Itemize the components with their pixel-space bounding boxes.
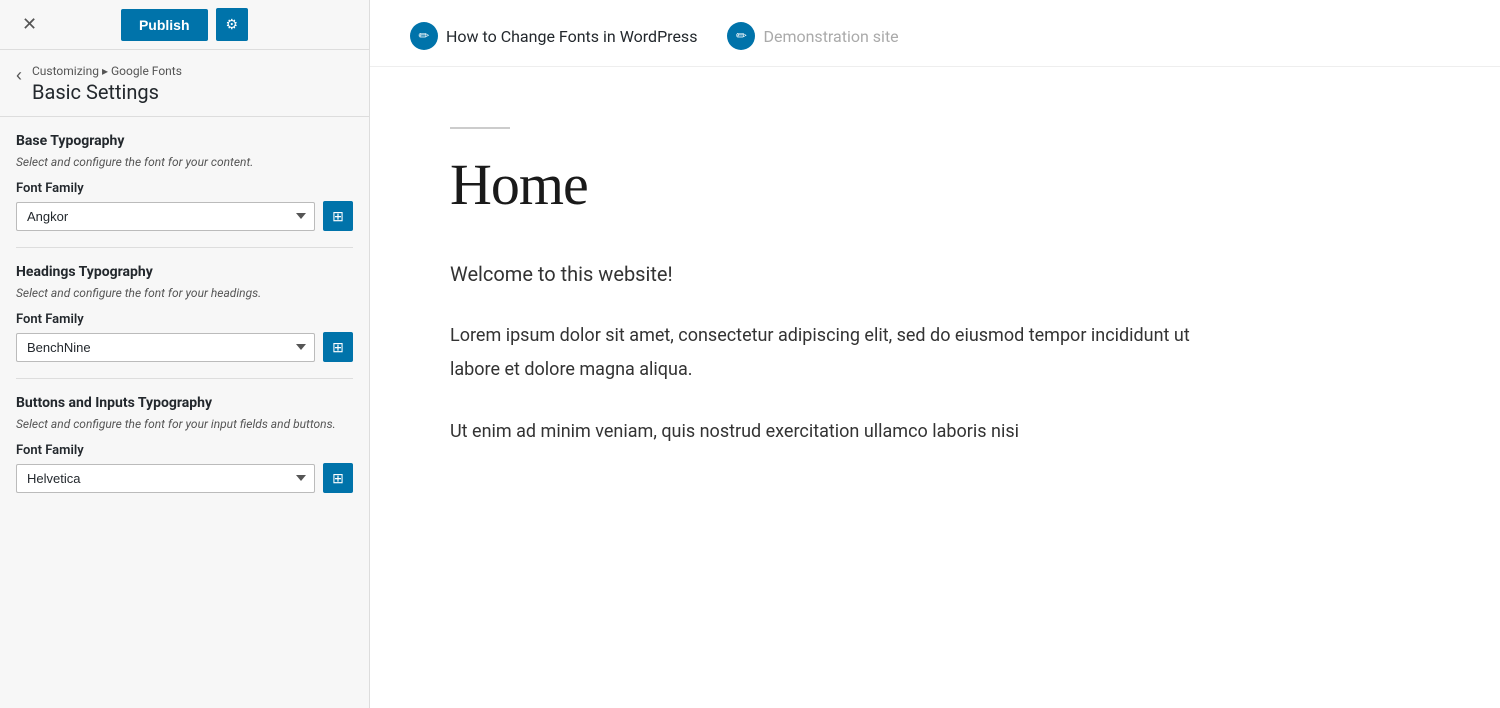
- breadcrumb-area: ‹ Customizing ▸ Google Fonts Basic Setti…: [0, 50, 369, 117]
- preview-link-2-text: Demonstration site: [763, 27, 898, 46]
- breadcrumb-nav: Customizing ▸ Google Fonts: [32, 64, 182, 78]
- publish-button[interactable]: Publish: [121, 9, 208, 41]
- top-bar-actions: Publish ⚙: [121, 8, 248, 41]
- buttons-font-select-row: Helvetica Arial Roboto ⊞: [16, 463, 353, 493]
- close-button[interactable]: ✕: [14, 10, 45, 39]
- google-fonts-label: Google Fonts: [111, 64, 182, 78]
- preview-header: ✏ How to Change Fonts in WordPress ✏ Dem…: [370, 0, 1500, 67]
- lorem-paragraph-2: Ut enim ad minim veniam, quis nostrud ex…: [450, 415, 1190, 449]
- preview-content: Home Welcome to this website! Lorem ipsu…: [370, 67, 1270, 517]
- headings-typography-description: Select and configure the font for your h…: [16, 284, 353, 302]
- divider-2: [16, 378, 353, 379]
- preview-link-1-text: How to Change Fonts in WordPress: [446, 27, 697, 46]
- headings-font-family-label: Font Family: [16, 312, 353, 327]
- separator-line: [450, 127, 510, 129]
- welcome-text: Welcome to this website!: [450, 257, 1190, 291]
- back-button[interactable]: ‹: [16, 64, 22, 84]
- base-font-family-label: Font Family: [16, 181, 353, 196]
- headings-font-select-row: BenchNine Roboto Open Sans ⊞: [16, 332, 353, 362]
- preview-link-2[interactable]: ✏ Demonstration site: [727, 22, 898, 50]
- main-preview: ✏ How to Change Fonts in WordPress ✏ Dem…: [370, 0, 1500, 708]
- headings-typography-title: Headings Typography: [16, 264, 353, 280]
- page-title: Basic Settings: [32, 80, 182, 104]
- home-title: Home: [450, 153, 1190, 217]
- gear-button[interactable]: ⚙: [216, 8, 249, 41]
- base-typography-title: Base Typography: [16, 133, 353, 149]
- base-typography-description: Select and configure the font for your c…: [16, 153, 353, 171]
- pencil-icon-2: ✏: [727, 22, 755, 50]
- headings-font-select[interactable]: BenchNine Roboto Open Sans: [16, 333, 315, 362]
- top-bar: ✕ Publish ⚙: [0, 0, 369, 50]
- preview-link-1[interactable]: ✏ How to Change Fonts in WordPress: [410, 22, 697, 50]
- base-font-select[interactable]: Angkor Roboto Open Sans Lato: [16, 202, 315, 231]
- base-expand-button[interactable]: ⊞: [323, 201, 353, 231]
- divider-1: [16, 247, 353, 248]
- customizing-label: Customizing: [32, 64, 99, 78]
- buttons-typography-description: Select and configure the font for your i…: [16, 415, 353, 433]
- sidebar: ✕ Publish ⚙ ‹ Customizing ▸ Google Fonts…: [0, 0, 370, 708]
- base-font-select-row: Angkor Roboto Open Sans Lato ⊞: [16, 201, 353, 231]
- sidebar-content: Base Typography Select and configure the…: [0, 117, 369, 708]
- pencil-icon-1: ✏: [410, 22, 438, 50]
- buttons-font-family-label: Font Family: [16, 443, 353, 458]
- lorem-paragraph-1: Lorem ipsum dolor sit amet, consectetur …: [450, 319, 1190, 387]
- breadcrumb-separator: ▸: [102, 64, 108, 78]
- buttons-typography-title: Buttons and Inputs Typography: [16, 395, 353, 411]
- buttons-font-select[interactable]: Helvetica Arial Roboto: [16, 464, 315, 493]
- buttons-expand-button[interactable]: ⊞: [323, 463, 353, 493]
- breadcrumb-text: Customizing ▸ Google Fonts Basic Setting…: [32, 64, 182, 104]
- headings-expand-button[interactable]: ⊞: [323, 332, 353, 362]
